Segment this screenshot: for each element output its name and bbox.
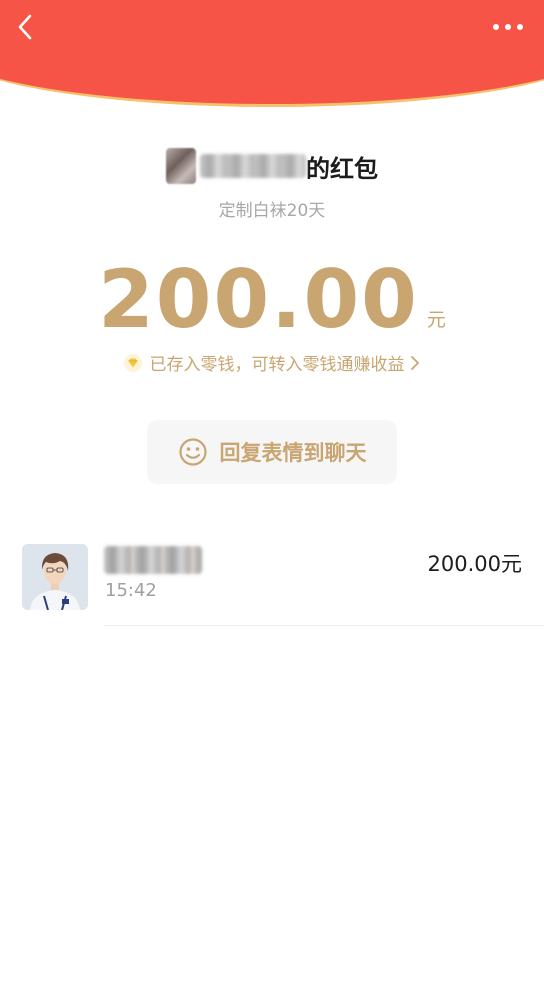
record-time: 15:42 (105, 580, 157, 601)
reply-button-label: 回复表情到聊天 (219, 441, 367, 465)
chevron-right-icon (410, 355, 419, 370)
chevron-left-icon (18, 14, 32, 40)
sender-row: 的红包 (0, 140, 544, 192)
amount-value: 200.00 (98, 253, 419, 346)
smile-icon (178, 438, 207, 466)
record-name-redacted (104, 546, 202, 574)
change-note-text: 已存入零钱，可转入零钱通赚收益 (149, 355, 405, 375)
reply-sticker-button[interactable]: 回复表情到聊天 (147, 420, 397, 484)
sender-avatar (166, 148, 196, 184)
sender-name-suffix: 的红包 (306, 154, 378, 183)
change-note-link[interactable]: 已存入零钱，可转入零钱通赚收益 (0, 350, 544, 375)
divider (104, 625, 544, 626)
list-item[interactable]: 15:42 200.00元 (0, 526, 544, 626)
sender-name-redacted (200, 154, 306, 178)
avatar (22, 544, 88, 610)
red-packet-detail-page: 的红包 定制白袜20天 200.00 元 已存入零钱，可转入零钱通赚收益 回复表… (0, 0, 544, 1000)
record-amount: 200.00元 (427, 552, 522, 576)
amount-row: 200.00 元 (0, 252, 544, 348)
amount-unit: 元 (426, 309, 446, 331)
more-button[interactable] (490, 14, 526, 40)
back-button[interactable] (10, 10, 44, 44)
greeting-text: 定制白袜20天 (218, 201, 326, 221)
more-dots-icon (493, 24, 523, 30)
red-header-banner (0, 0, 544, 107)
diamond-icon (123, 353, 142, 372)
avatar-image (22, 544, 88, 610)
